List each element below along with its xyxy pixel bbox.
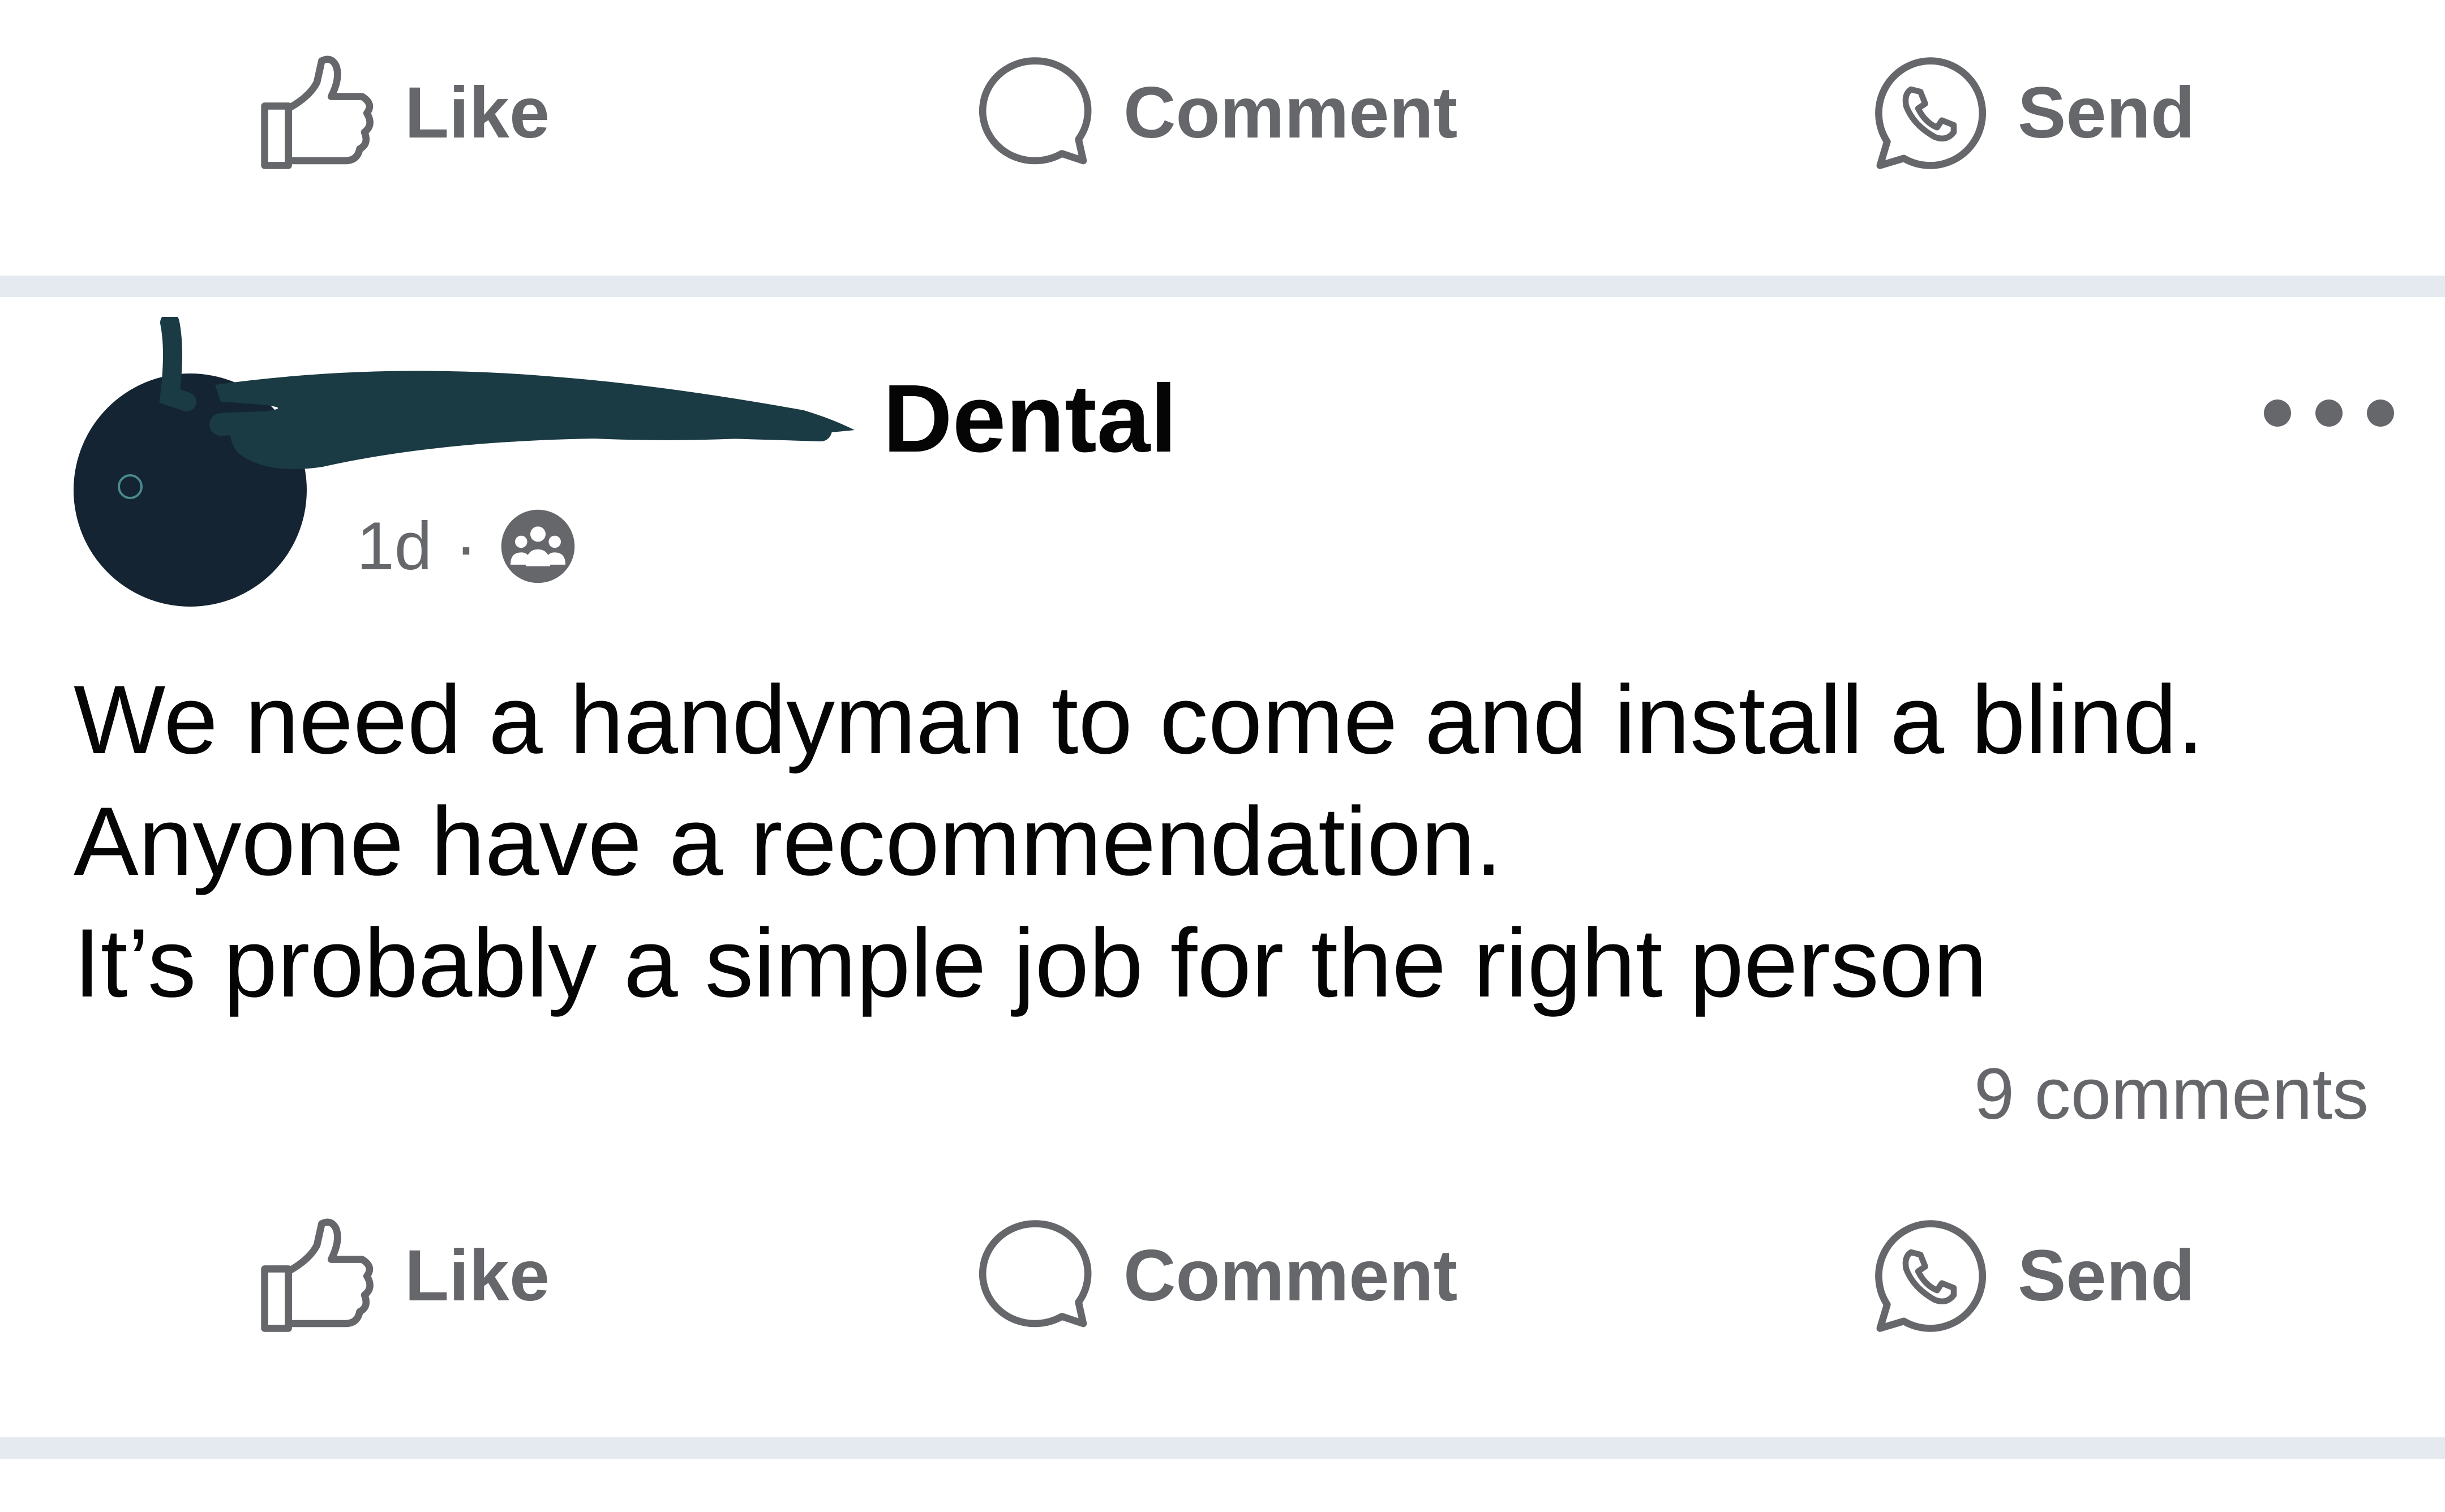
meta-separator: ·	[454, 508, 478, 584]
action-bar-bottom: Like Comment Send	[0, 1191, 2445, 1361]
feed-divider	[0, 1437, 2445, 1459]
comment-label: Comment	[1123, 1235, 1458, 1316]
group-icon	[501, 509, 575, 583]
send-label: Send	[2018, 72, 2195, 153]
more-dots-icon	[2264, 400, 2291, 427]
whatsapp-icon	[1875, 57, 1987, 169]
more-dots-icon	[2367, 400, 2394, 427]
send-button[interactable]: Send	[1871, 1191, 2195, 1361]
speech-bubble-icon	[979, 1220, 1092, 1328]
avatar-logo	[118, 474, 143, 499]
like-label: Like	[405, 72, 550, 153]
thumbs-up-icon	[261, 55, 374, 169]
post-line: Anyone have a recommendation.	[74, 787, 1503, 896]
action-bar-top: Like Comment Send	[0, 28, 2445, 198]
thumbs-up-icon	[261, 1218, 374, 1332]
like-button[interactable]: Like	[258, 28, 550, 198]
comment-count[interactable]: 9 comments	[1974, 1058, 2369, 1131]
post-line: It’s probably a simple job for the right…	[74, 909, 1988, 1017]
post-body: We need a handyman to come and install a…	[74, 659, 2337, 1024]
feed-divider	[0, 276, 2445, 297]
comment-label: Comment	[1123, 72, 1458, 153]
more-dots-icon	[2315, 400, 2343, 427]
comment-button[interactable]: Comment	[976, 1191, 1457, 1361]
like-button[interactable]: Like	[258, 1191, 550, 1361]
redaction-scribble	[159, 317, 855, 470]
more-options-button[interactable]	[2264, 396, 2394, 430]
post-time[interactable]: 1d	[357, 512, 432, 580]
post-line: We need a handyman to come and install a…	[74, 665, 2204, 774]
comment-button[interactable]: Comment	[976, 28, 1457, 198]
whatsapp-icon	[1875, 1220, 1987, 1332]
like-label: Like	[405, 1235, 550, 1316]
send-button[interactable]: Send	[1871, 28, 2195, 198]
speech-bubble-icon	[979, 57, 1092, 165]
author-name[interactable]: Dental	[883, 371, 1177, 467]
send-label: Send	[2018, 1235, 2195, 1316]
post-meta: 1d ·	[357, 509, 576, 583]
